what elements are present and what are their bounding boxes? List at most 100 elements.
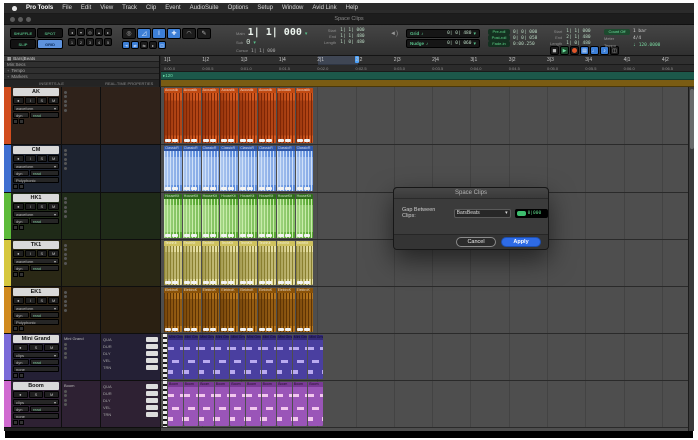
- meter-label[interactable]: Meter: [604, 36, 630, 41]
- clip[interactable]: HouseKit: [220, 194, 238, 238]
- insert-slot[interactable]: [64, 201, 67, 204]
- rtp-value-box[interactable]: [146, 391, 158, 396]
- vertical-scrollbar[interactable]: [688, 87, 694, 431]
- clip-fade-icon[interactable]: [172, 139, 178, 142]
- insert-slot[interactable]: [64, 352, 67, 355]
- clip-gain-icon[interactable]: [297, 139, 303, 142]
- grabber-tool[interactable]: ✚: [167, 28, 181, 39]
- clip-gain-icon[interactable]: [221, 139, 227, 142]
- stop-button[interactable]: ◼: [550, 46, 559, 55]
- insert-slot[interactable]: [64, 149, 67, 152]
- track-view-selector[interactable]: waveform▾: [13, 105, 59, 111]
- clip[interactable]: TechKit: [239, 241, 257, 285]
- clip[interactable]: Mini Grnd: [184, 335, 199, 379]
- inserts-column[interactable]: [61, 240, 100, 286]
- clip[interactable]: ElektroK: [202, 288, 220, 332]
- inserts-column[interactable]: [61, 287, 100, 333]
- clip-fade-icon[interactable]: [191, 281, 197, 284]
- clip[interactable]: TechKit: [220, 241, 238, 285]
- clip[interactable]: ElektroK: [296, 288, 314, 332]
- zoom-wave-in[interactable]: ▴: [95, 28, 103, 36]
- zoom-preset-2[interactable]: 2: [77, 38, 85, 46]
- clip-fade-icon[interactable]: [266, 328, 272, 331]
- track-color-strip[interactable]: [4, 87, 11, 144]
- clip-gain-icon[interactable]: [184, 281, 190, 284]
- clip-fade-icon[interactable]: [210, 139, 216, 142]
- menu-item-track[interactable]: Track: [122, 5, 137, 11]
- freeze-icon[interactable]: [13, 119, 18, 124]
- track-view-selector[interactable]: waveform▾: [13, 211, 59, 217]
- clip-fade-icon[interactable]: [285, 281, 291, 284]
- clip-gain-icon[interactable]: [297, 234, 303, 237]
- clip[interactable]: Mini Grnd: [199, 335, 214, 379]
- metronome-button[interactable]: ▤: [580, 46, 589, 55]
- edit-mode-shuffle[interactable]: SHUFFLE: [10, 28, 36, 38]
- bars-beats-ruler[interactable]: 1|11|21|31|42|12|22|32|43|13|23|33|44|14…: [161, 56, 694, 65]
- track-lane-ek1[interactable]: ElektroKElektroKElektroKElektroKElektroK…: [161, 287, 688, 334]
- group-icon[interactable]: [19, 326, 24, 331]
- track-view-selector[interactable]: waveform▾: [13, 163, 59, 169]
- record-enable-button[interactable]: ●: [13, 155, 24, 162]
- insert-slot[interactable]: [64, 153, 67, 156]
- clip-gain-icon[interactable]: [221, 234, 227, 237]
- freeze-icon[interactable]: [13, 272, 18, 277]
- scrubber-tool[interactable]: ◠: [182, 28, 196, 39]
- insert-slot[interactable]: [64, 300, 67, 303]
- mute-button[interactable]: M: [44, 344, 59, 351]
- clip[interactable]: Boom: [199, 382, 214, 426]
- clip[interactable]: Mini Grnd: [308, 335, 323, 379]
- insert-slot[interactable]: [64, 347, 67, 350]
- clip[interactable]: Boom: [308, 382, 323, 426]
- clip-gain-icon[interactable]: [165, 328, 171, 331]
- inserts-column[interactable]: Boom: [61, 381, 100, 427]
- clip-fade-icon[interactable]: [172, 234, 178, 237]
- menu-item-view[interactable]: View: [100, 5, 113, 11]
- clip-gain-icon[interactable]: [259, 281, 265, 284]
- clip-fade-icon[interactable]: [191, 328, 197, 331]
- elastic-audio-selector[interactable]: Polyphonic: [13, 319, 59, 325]
- clip-fade-icon[interactable]: [210, 187, 216, 190]
- clip-gain-icon[interactable]: [184, 139, 190, 142]
- clip-gain-icon[interactable]: [259, 234, 265, 237]
- rtp-value-box[interactable]: [146, 351, 158, 356]
- clip[interactable]: ClassicR: [164, 146, 182, 191]
- track-color-strip[interactable]: [4, 240, 11, 286]
- clip[interactable]: ClassicR: [277, 146, 295, 191]
- clip[interactable]: ClassicR: [239, 146, 257, 191]
- clip-gain-icon[interactable]: [278, 281, 284, 284]
- tempo-value[interactable]: 120.0000: [639, 43, 661, 48]
- tab-to-transient[interactable]: ⇥: [122, 41, 130, 49]
- clip[interactable]: Boom: [230, 382, 245, 426]
- automation-mode-selector[interactable]: read: [30, 312, 59, 318]
- clip-gain-icon[interactable]: [278, 139, 284, 142]
- clip-fade-icon[interactable]: [210, 281, 216, 284]
- track-name[interactable]: Boom: [13, 382, 59, 390]
- automation-mode-selector[interactable]: read: [30, 265, 59, 271]
- count-off-button[interactable]: Count Off: [604, 29, 630, 35]
- clip-gain-icon[interactable]: [259, 139, 265, 142]
- clip-fade-icon[interactable]: [172, 281, 178, 284]
- clip[interactable]: HouseKit: [202, 194, 220, 238]
- clip-gain-icon[interactable]: [240, 281, 246, 284]
- clip[interactable]: ElektroK: [164, 288, 182, 332]
- freeze-icon[interactable]: [13, 326, 18, 331]
- clip[interactable]: Acoustik: [164, 88, 182, 143]
- insert-slot[interactable]: [64, 248, 67, 251]
- grid-value-box[interactable]: Grid ♪ 0| 0| 480 ▾: [406, 29, 480, 38]
- clip-fade-icon[interactable]: [304, 328, 310, 331]
- clip[interactable]: Mini Grnd: [215, 335, 230, 379]
- inserts-column[interactable]: Mini Grand: [61, 334, 100, 380]
- menu-item-avid-link[interactable]: Avid Link: [312, 5, 336, 11]
- voice-selector[interactable]: none: [13, 366, 59, 372]
- clip-gain-icon[interactable]: [297, 281, 303, 284]
- clip[interactable]: Boom: [246, 382, 261, 426]
- clip[interactable]: HouseKit: [296, 194, 314, 238]
- clip-fade-icon[interactable]: [266, 187, 272, 190]
- zoom-right-arrow[interactable]: ▸: [104, 28, 112, 36]
- group-icon[interactable]: [19, 184, 24, 189]
- insert-slot[interactable]: [64, 253, 67, 256]
- mirrored-midi[interactable]: ◫: [158, 41, 166, 49]
- clip[interactable]: Acoustik: [202, 88, 220, 143]
- track-name[interactable]: CM: [13, 146, 59, 154]
- clip-fade-icon[interactable]: [247, 281, 253, 284]
